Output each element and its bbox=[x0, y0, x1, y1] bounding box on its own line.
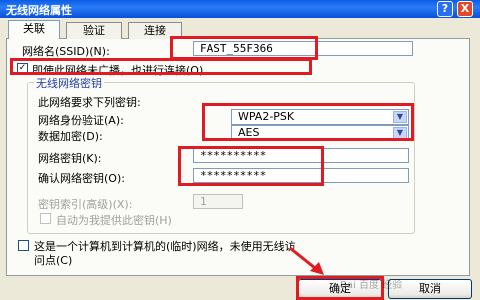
encryption-label: 数据加密(D): bbox=[38, 130, 103, 143]
highlight-auth-encryption bbox=[202, 103, 414, 141]
watermark: Bai 百度 经验 bbox=[340, 280, 403, 291]
adhoc-checkbox[interactable] bbox=[18, 240, 29, 251]
key-required-text: 此网络要求下列密钥: bbox=[38, 96, 141, 109]
highlight-keys bbox=[178, 146, 324, 186]
auto-key-label: 自动为我提供此密钥(H) bbox=[56, 214, 172, 227]
key-index-value: 1 bbox=[200, 195, 207, 208]
highlight-broadcast bbox=[10, 58, 312, 75]
ssid-label: 网络名(SSID)(N): bbox=[22, 45, 110, 58]
tab-association[interactable]: 关联 bbox=[8, 20, 60, 39]
key-index-input[interactable]: 1 bbox=[193, 194, 243, 209]
adhoc-label-line1: 这是一个计算机到计算机的(临时)网络，未使用无线访 bbox=[34, 240, 296, 253]
close-button[interactable]: X bbox=[457, 1, 473, 17]
tab-authentication[interactable]: 验证 bbox=[66, 22, 122, 39]
key-index-label: 密钥索引(高级)(X): bbox=[38, 198, 133, 211]
wireless-key-group-title: 无线网络密钥 bbox=[34, 75, 104, 91]
confirm-key-label: 确认网络密钥(O): bbox=[38, 172, 125, 185]
auth-label: 网络身份验证(A): bbox=[38, 114, 124, 127]
window-title: 无线网络属性 bbox=[6, 4, 72, 17]
adhoc-label-line2: 问点(C) bbox=[34, 254, 73, 267]
network-key-label: 网络密钥(K): bbox=[38, 152, 102, 165]
auto-key-checkbox[interactable] bbox=[40, 213, 51, 224]
highlight-ssid bbox=[170, 36, 318, 60]
help-button[interactable]: ? bbox=[437, 1, 453, 17]
title-bar: 无线网络属性 ? X bbox=[0, 0, 480, 18]
arrow-annotation-icon bbox=[289, 246, 324, 275]
